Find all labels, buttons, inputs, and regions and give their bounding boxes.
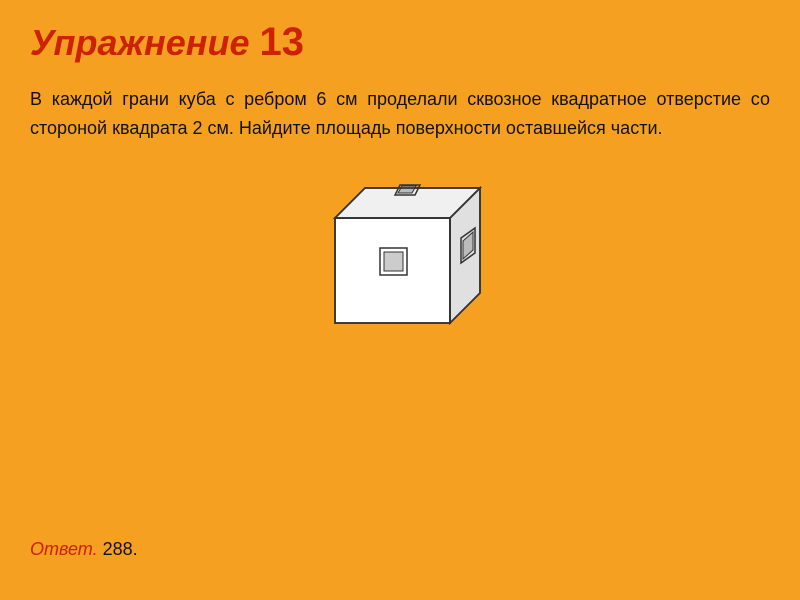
title-line: Упражнение 13 bbox=[30, 20, 770, 65]
title-prefix: Упражнение bbox=[30, 22, 250, 64]
cube-illustration bbox=[30, 163, 770, 363]
answer-label: Ответ. bbox=[30, 539, 98, 559]
cube-svg bbox=[295, 163, 505, 363]
page-container: Упражнение 13 В каждой грани куба с ребр… bbox=[0, 0, 800, 600]
answer-section: Ответ. 288. bbox=[30, 539, 138, 560]
answer-value: 288. bbox=[98, 539, 138, 559]
title-number: 13 bbox=[260, 20, 305, 65]
problem-text: В каждой грани куба с ребром 6 см продел… bbox=[30, 85, 770, 143]
